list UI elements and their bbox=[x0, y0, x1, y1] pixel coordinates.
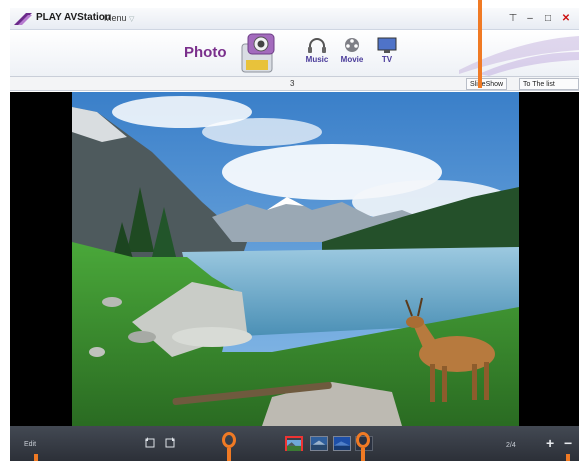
thumbnail-1[interactable] bbox=[285, 436, 303, 451]
menu-label: Menu bbox=[104, 13, 127, 23]
callout-ring-right bbox=[356, 432, 370, 448]
displayed-photo bbox=[72, 92, 519, 426]
thumbnail-image bbox=[287, 440, 301, 451]
tv-icon bbox=[377, 37, 397, 53]
menu-button[interactable]: Menu ▽ bbox=[104, 13, 134, 23]
thumbnail-3[interactable] bbox=[333, 436, 351, 451]
maximize-button[interactable]: □ bbox=[540, 11, 556, 26]
callout-stem-left bbox=[227, 448, 231, 461]
photo-counter: 3 bbox=[290, 79, 295, 88]
category-tv-label: TV bbox=[381, 55, 393, 64]
title-bar: PLAY AVStation Menu ▽ ⊤ – □ ✕ bbox=[10, 8, 579, 30]
callout-line-slideshow bbox=[478, 0, 482, 88]
category-music[interactable]: Music bbox=[300, 36, 334, 64]
page-indicator: 2/4 bbox=[506, 442, 516, 449]
thumbnail-2[interactable] bbox=[310, 436, 328, 451]
slideshow-button[interactable]: SlideShow bbox=[466, 78, 508, 90]
category-music-label: Music bbox=[305, 55, 329, 64]
restore-button[interactable]: ⊤ bbox=[505, 11, 521, 26]
callout-stem-zoom bbox=[566, 454, 570, 461]
rotate-left-icon[interactable] bbox=[144, 436, 156, 448]
list-screen-button[interactable]: To The list Screen bbox=[519, 78, 579, 99]
app-logo-icon bbox=[14, 13, 32, 25]
zoom-in-button[interactable]: + bbox=[546, 436, 554, 450]
headphones-icon bbox=[308, 38, 326, 53]
edit-button[interactable]: Edit bbox=[24, 441, 36, 448]
app-title: PLAY AVStation bbox=[36, 12, 112, 23]
category-movie[interactable]: Movie bbox=[335, 36, 369, 64]
close-button[interactable]: ✕ bbox=[558, 11, 574, 26]
category-tv[interactable]: TV bbox=[370, 36, 404, 64]
chevron-down-icon: ▽ bbox=[129, 16, 135, 23]
callout-ring-left bbox=[222, 432, 236, 448]
decorative-swoosh bbox=[459, 36, 579, 76]
bottom-bar: Edit 2/4 + − bbox=[10, 426, 579, 461]
rotate-right-icon[interactable] bbox=[164, 436, 176, 448]
category-photo-label: Photo bbox=[184, 44, 227, 61]
callout-stem-right bbox=[361, 448, 365, 461]
thumbnail-image bbox=[311, 437, 327, 450]
thumbnail-image bbox=[334, 437, 350, 450]
minimize-button[interactable]: – bbox=[522, 11, 538, 26]
toolbar: 3 SlideShow To The list Screen bbox=[10, 76, 579, 99]
film-reel-icon bbox=[345, 38, 359, 52]
zoom-out-button[interactable]: − bbox=[564, 436, 572, 450]
category-movie-label: Movie bbox=[340, 55, 364, 64]
category-bar: Photo Music Movie TV bbox=[10, 30, 579, 76]
callout-stem-edit bbox=[34, 454, 38, 461]
photo-viewer[interactable] bbox=[10, 92, 579, 426]
camera-icon[interactable] bbox=[232, 30, 282, 76]
